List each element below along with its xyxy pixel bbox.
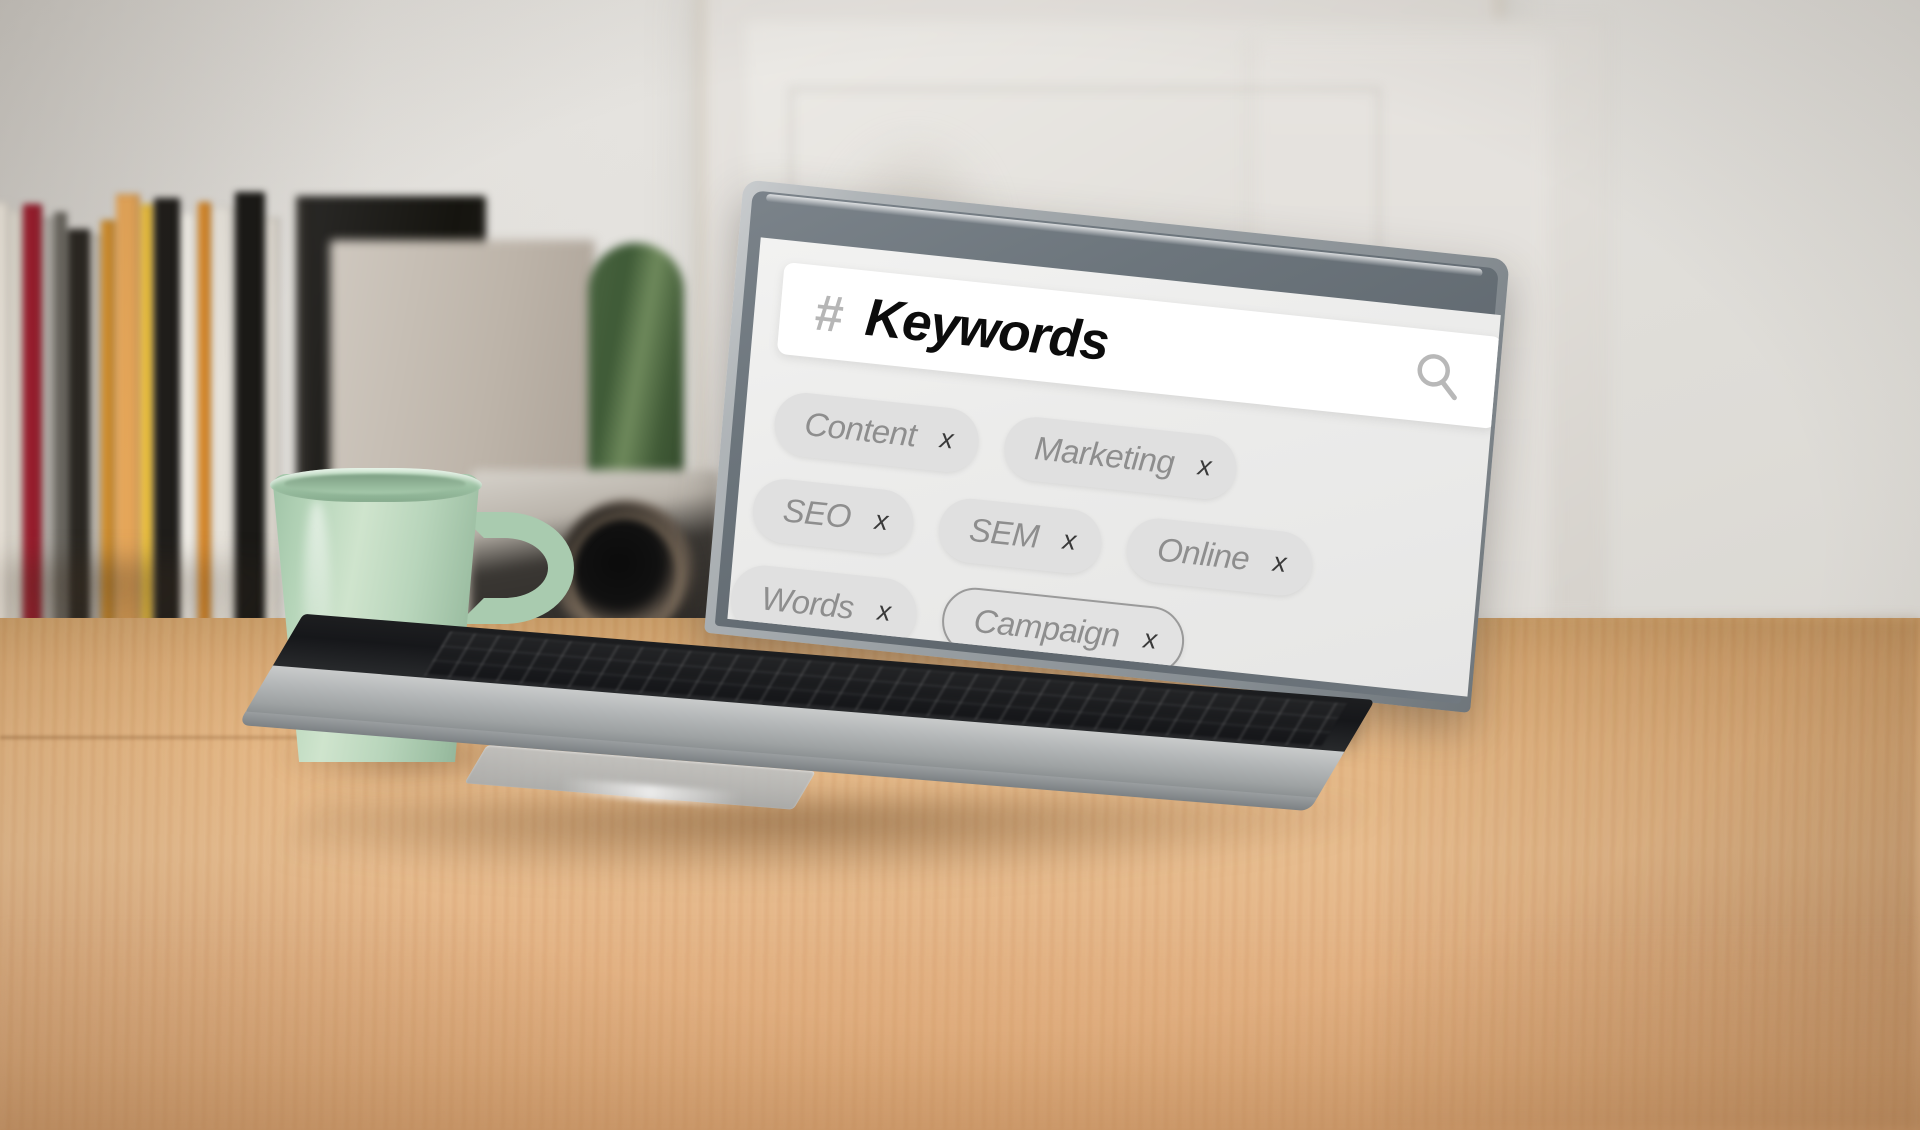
desk-scene: # Keywords Content x Marketing x SEO x SEM x Onl… [0,0,1920,1130]
keyword-tag-label: Words [759,579,856,626]
keyword-tag-label: Online [1155,530,1251,578]
keyword-tag-label: SEO [781,491,853,536]
keyword-tag-label: Campaign [972,601,1122,654]
remove-tag-icon[interactable]: x [1142,623,1158,655]
remove-tag-icon[interactable]: x [873,504,890,536]
remove-tag-icon[interactable]: x [1197,450,1213,482]
search-icon[interactable] [1407,346,1468,408]
laptop-lid: # Keywords Content x Marketing x SEO x SEM x Onl… [704,179,1510,713]
keyword-tag[interactable]: Content x [771,389,982,476]
keyword-tag-label: Marketing [1032,429,1176,481]
keyword-tag-label: SEM [967,510,1041,555]
keyword-tag-label: Content [803,404,918,454]
hash-icon: # [812,282,845,343]
keyword-tag[interactable]: Marketing x [1001,414,1240,503]
keyword-tag[interactable]: SEM x [936,495,1105,577]
remove-tag-icon[interactable]: x [1061,524,1078,556]
keyword-tag-list: Content x Marketing x SEO x SEM x Online x Words x C… [728,389,1478,695]
laptop-base-shadow [272,800,1388,880]
remove-tag-icon[interactable]: x [939,423,955,455]
remove-tag-icon[interactable]: x [1272,546,1288,578]
keyword-tag[interactable]: Online x [1124,515,1315,599]
keyword-tag[interactable]: SEO x [750,476,917,557]
search-input[interactable]: Keywords [863,287,1111,371]
keyword-app: # Keywords Content x Marketing x SEO x SEM x Onl… [727,237,1501,696]
laptop: # Keywords Content x Marketing x SEO x SEM x Onl… [0,0,1920,1130]
remove-tag-icon[interactable]: x [876,595,892,627]
laptop-screen: # Keywords Content x Marketing x SEO x SEM x Onl… [727,237,1501,697]
